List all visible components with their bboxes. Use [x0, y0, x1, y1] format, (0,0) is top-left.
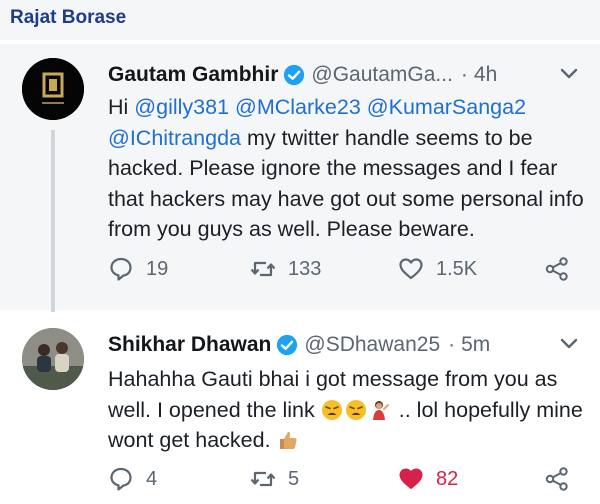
chevron-down-icon[interactable]: [560, 337, 578, 351]
text-word: Hi: [108, 95, 129, 119]
display-name[interactable]: Shikhar Dhawan: [108, 333, 271, 357]
share-button[interactable]: [544, 462, 582, 496]
tweet-shikhar[interactable]: Shikhar Dhawan @SDhawan25 · 5m Hahahha G…: [0, 312, 600, 504]
tweet-header: Shikhar Dhawan @SDhawan25 · 5m: [108, 330, 580, 360]
weary-face-emoji: [345, 399, 366, 420]
separator-dot: ·: [460, 63, 468, 86]
thumbs-up-emoji: [279, 431, 297, 449]
avatar-shikhar[interactable]: [22, 328, 84, 390]
verified-badge-icon: [277, 334, 298, 356]
separator-dot: ·: [448, 333, 456, 356]
retweet-icon: [250, 261, 276, 277]
timestamp[interactable]: 4h: [474, 63, 497, 87]
tweet-text: Hahahha Gauti bhai i got message from yo…: [108, 364, 584, 456]
user-handle[interactable]: @SDhawan25: [304, 333, 440, 357]
mention-link[interactable]: @MClarke23: [235, 95, 361, 119]
retweet-button[interactable]: 133: [250, 252, 321, 286]
retweet-count: 133: [288, 257, 322, 280]
chevron-down-icon[interactable]: [560, 67, 578, 81]
like-button[interactable]: 1.5K: [398, 252, 477, 286]
share-button[interactable]: [544, 252, 582, 286]
tweet-text: Hi @gilly381 @MClarke23 @KumarSanga2 @IC…: [108, 92, 584, 245]
reply-button[interactable]: 19: [108, 252, 168, 286]
like-count: 1.5K: [436, 257, 478, 280]
profile-photo-icon: [22, 328, 84, 390]
timestamp[interactable]: 5m: [461, 333, 490, 357]
tweet-header: Gautam Gambhir @GautamGa... · 4h: [108, 60, 580, 90]
mention-link[interactable]: @KumarSanga2: [367, 95, 526, 119]
verified-badge-icon: [284, 64, 305, 86]
display-name[interactable]: Gautam Gambhir: [108, 63, 278, 87]
tweet-gautam[interactable]: Gautam Gambhir @GautamGa... · 4h Hi @gil…: [0, 44, 600, 342]
like-button[interactable]: 82: [398, 462, 458, 496]
like-count: 82: [436, 467, 459, 490]
profile-header: Rajat Borase: [0, 0, 600, 40]
mention-link[interactable]: @IChitrangda: [108, 126, 241, 150]
header-title[interactable]: Rajat Borase: [10, 7, 126, 29]
retweet-count: 5: [288, 467, 300, 490]
reply-icon: [110, 257, 132, 281]
reply-count: 19: [146, 257, 169, 280]
heart-icon: [399, 468, 423, 489]
share-icon: [545, 467, 568, 491]
retweet-icon: [250, 471, 276, 487]
gg-logo-icon: [22, 58, 84, 120]
thread-line: [51, 130, 55, 342]
weary-face-emoji: [321, 399, 342, 420]
mention-link[interactable]: @gilly381: [134, 95, 229, 119]
retweet-button[interactable]: 5: [250, 462, 299, 496]
share-icon: [545, 257, 568, 281]
user-handle[interactable]: @GautamGa...: [311, 63, 453, 87]
heart-icon: [399, 258, 423, 280]
person-emoji: [372, 400, 389, 420]
tweet-actions: 19 133 1.5K: [108, 252, 578, 286]
tweet-actions: 4 5 82: [108, 462, 578, 496]
reply-icon: [110, 467, 132, 491]
avatar-gautam[interactable]: [22, 58, 84, 120]
reply-button[interactable]: 4: [108, 462, 157, 496]
reply-count: 4: [146, 467, 158, 490]
